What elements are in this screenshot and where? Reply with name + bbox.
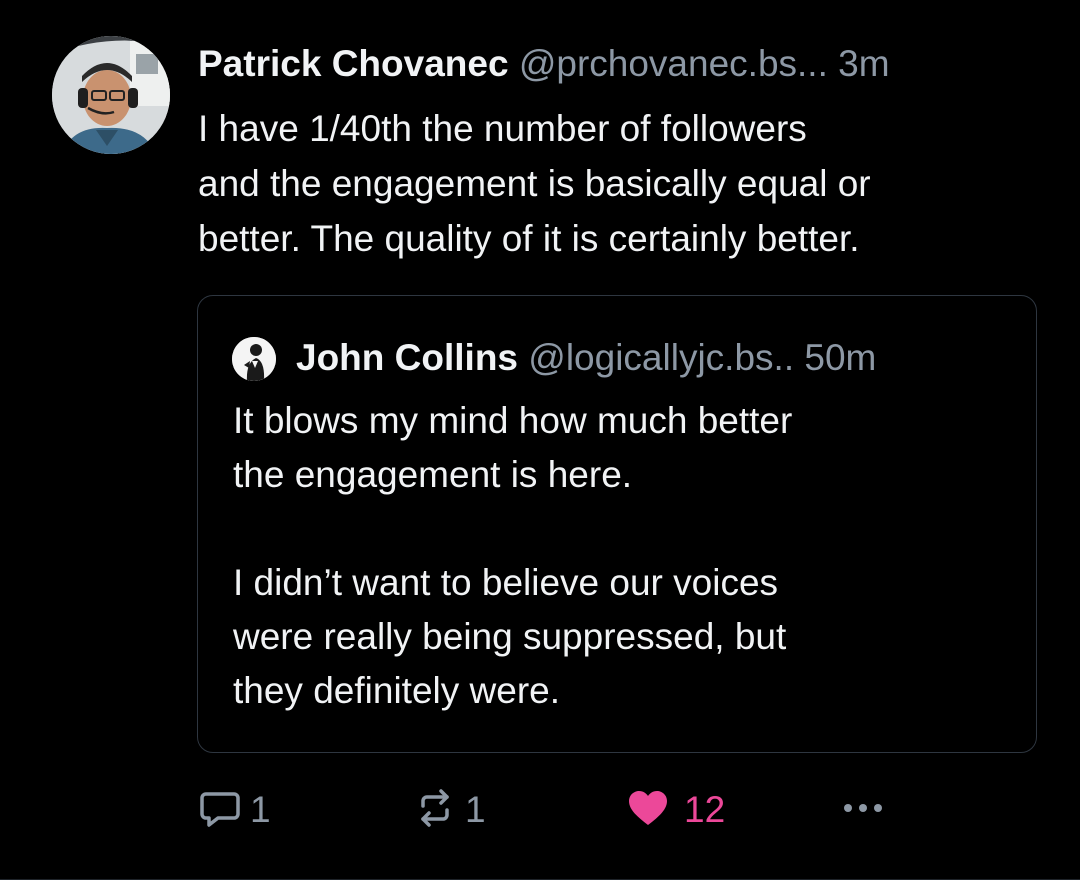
quoted-post-timestamp[interactable]: 50m xyxy=(804,337,876,378)
quoted-post[interactable]: John Collins @logicallyjc.bs.. 50m It bl… xyxy=(197,295,1037,753)
more-options-button[interactable] xyxy=(838,785,888,835)
quoted-author-display-name[interactable]: John Collins xyxy=(296,337,518,378)
post-card[interactable]: Patrick Chovanec @prchovanec.bs... 3m I … xyxy=(0,0,1080,880)
post-timestamp[interactable]: 3m xyxy=(838,43,889,84)
repost-button[interactable]: 1 xyxy=(413,785,486,835)
reply-icon xyxy=(198,786,242,835)
like-button[interactable]: 12 xyxy=(626,785,725,835)
avatar-silhouette-icon xyxy=(232,337,276,381)
post-text: I have 1/40th the number of followers an… xyxy=(198,108,871,259)
repost-icon xyxy=(413,786,457,835)
post-actions: 1 1 12 xyxy=(198,785,898,835)
quoted-author-handle[interactable]: @logicallyjc.bs.. xyxy=(528,337,794,378)
heart-filled-icon xyxy=(626,786,670,835)
quoted-post-header: John Collins @logicallyjc.bs.. 50m xyxy=(296,334,876,382)
avatar-photo-icon xyxy=(52,36,170,154)
reply-count: 1 xyxy=(250,789,271,830)
author-display-name[interactable]: Patrick Chovanec xyxy=(198,43,509,84)
reply-button[interactable]: 1 xyxy=(198,785,271,835)
quoted-post-text: It blows my mind how much better the eng… xyxy=(233,400,793,711)
ellipsis-icon xyxy=(838,786,888,835)
post-header: Patrick Chovanec @prchovanec.bs... 3m xyxy=(198,40,890,88)
author-handle[interactable]: @prchovanec.bs... xyxy=(519,43,828,84)
like-count: 12 xyxy=(684,789,726,830)
repost-count: 1 xyxy=(465,789,486,830)
author-avatar[interactable] xyxy=(52,36,170,154)
quoted-author-avatar[interactable] xyxy=(232,337,276,381)
